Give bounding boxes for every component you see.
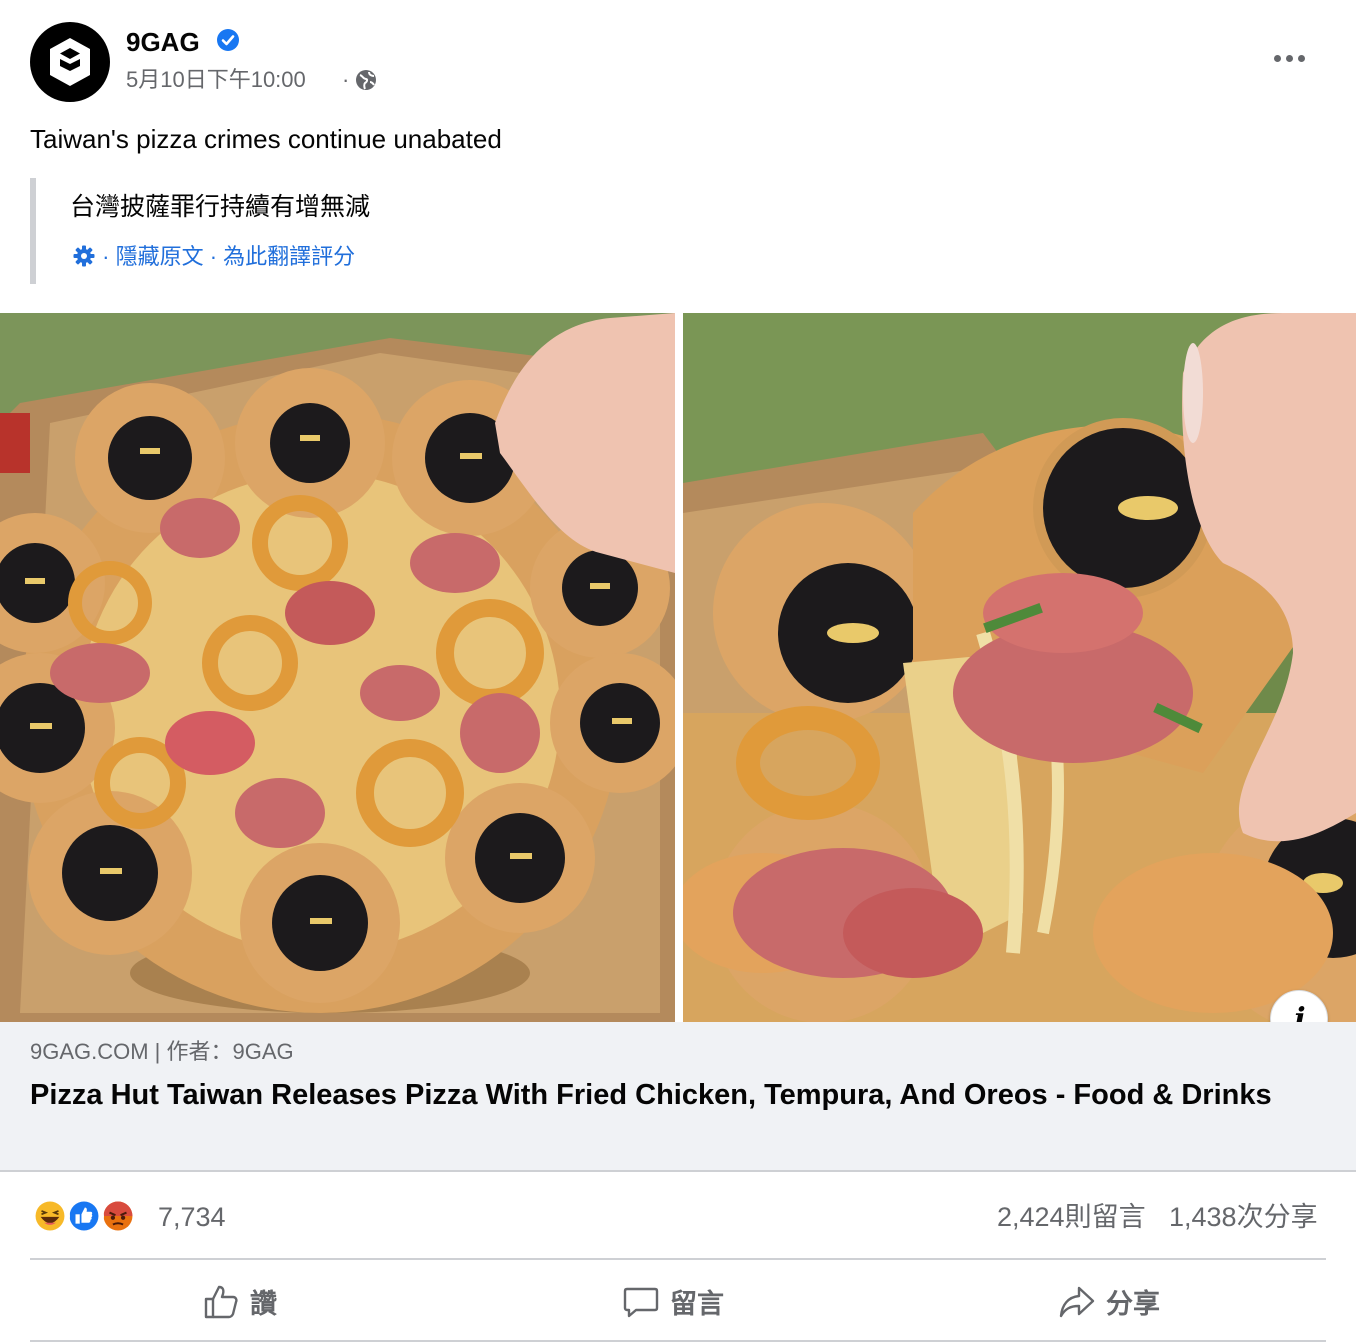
- 9gag-logo-icon: [50, 38, 90, 86]
- like-button[interactable]: 讚: [30, 1262, 462, 1340]
- meta-separator: ·: [342, 67, 350, 92]
- share-icon: [1059, 1286, 1095, 1317]
- translation-controls: · 隱藏原文 · 為此翻譯評分: [72, 242, 355, 272]
- comment-icon: [623, 1287, 659, 1317]
- pizza-top-view-image: [0, 313, 675, 1022]
- share-label: 分享: [1106, 1289, 1160, 1319]
- hide-original-link[interactable]: 隱藏原文: [116, 244, 204, 269]
- haha-reaction-icon: [30, 1196, 70, 1236]
- page-avatar[interactable]: [30, 22, 110, 102]
- pizza-cheese-pull-image: [683, 313, 1356, 1022]
- post-header: 9GAG 5月10日下午10:00 ·: [30, 22, 1330, 104]
- rate-translation-link[interactable]: 為此翻譯評分: [223, 244, 355, 269]
- like-reaction-icon: [64, 1196, 104, 1236]
- gear-icon[interactable]: [72, 244, 96, 268]
- reaction-count[interactable]: 7,734: [158, 1200, 226, 1234]
- more-options-icon[interactable]: [1270, 44, 1310, 72]
- angry-reaction-icon: [98, 1196, 138, 1236]
- share-count[interactable]: 1,438次分享: [1169, 1200, 1318, 1234]
- translation-text: 台灣披薩罪行持續有增無減: [70, 193, 371, 221]
- post-actions: 讚 留言 分享: [30, 1262, 1326, 1340]
- post-caption: Taiwan's pizza crimes continue unabated: [30, 124, 502, 154]
- verified-badge-icon: [217, 29, 239, 51]
- link-source: 9GAG.COM | 作者：9GAG: [30, 1039, 294, 1064]
- like-thumb-icon: [204, 1285, 238, 1318]
- post-media: [0, 313, 1356, 1022]
- comment-label: 留言: [670, 1289, 724, 1319]
- link-title[interactable]: Pizza Hut Taiwan Releases Pizza With Fri…: [30, 1076, 1320, 1114]
- translation-separator: ·: [102, 244, 110, 269]
- translation-block: 台灣披薩罪行持續有增無減 · 隱藏原文 · 為此翻譯評分: [30, 178, 730, 284]
- pizza-photo-right[interactable]: [683, 313, 1356, 1022]
- stats-divider: [30, 1258, 1326, 1260]
- translation-separator: ·: [209, 244, 218, 269]
- post-stats: 7,734 2,424則留言 1,438次分享: [30, 1190, 1326, 1246]
- share-button[interactable]: 分享: [894, 1262, 1326, 1340]
- comment-count[interactable]: 2,424則留言: [997, 1200, 1146, 1234]
- page-name[interactable]: 9GAG: [126, 26, 200, 58]
- globe-icon[interactable]: [354, 68, 378, 92]
- comment-button[interactable]: 留言: [462, 1262, 894, 1340]
- like-label: 讚: [250, 1289, 277, 1319]
- link-preview-card[interactable]: 9GAG.COM | 作者：9GAG Pizza Hut Taiwan Rele…: [0, 1022, 1356, 1172]
- post-timestamp[interactable]: 5月10日下午10:00: [126, 66, 306, 94]
- pizza-photo-left[interactable]: [0, 313, 675, 1022]
- reaction-icons[interactable]: [30, 1196, 150, 1236]
